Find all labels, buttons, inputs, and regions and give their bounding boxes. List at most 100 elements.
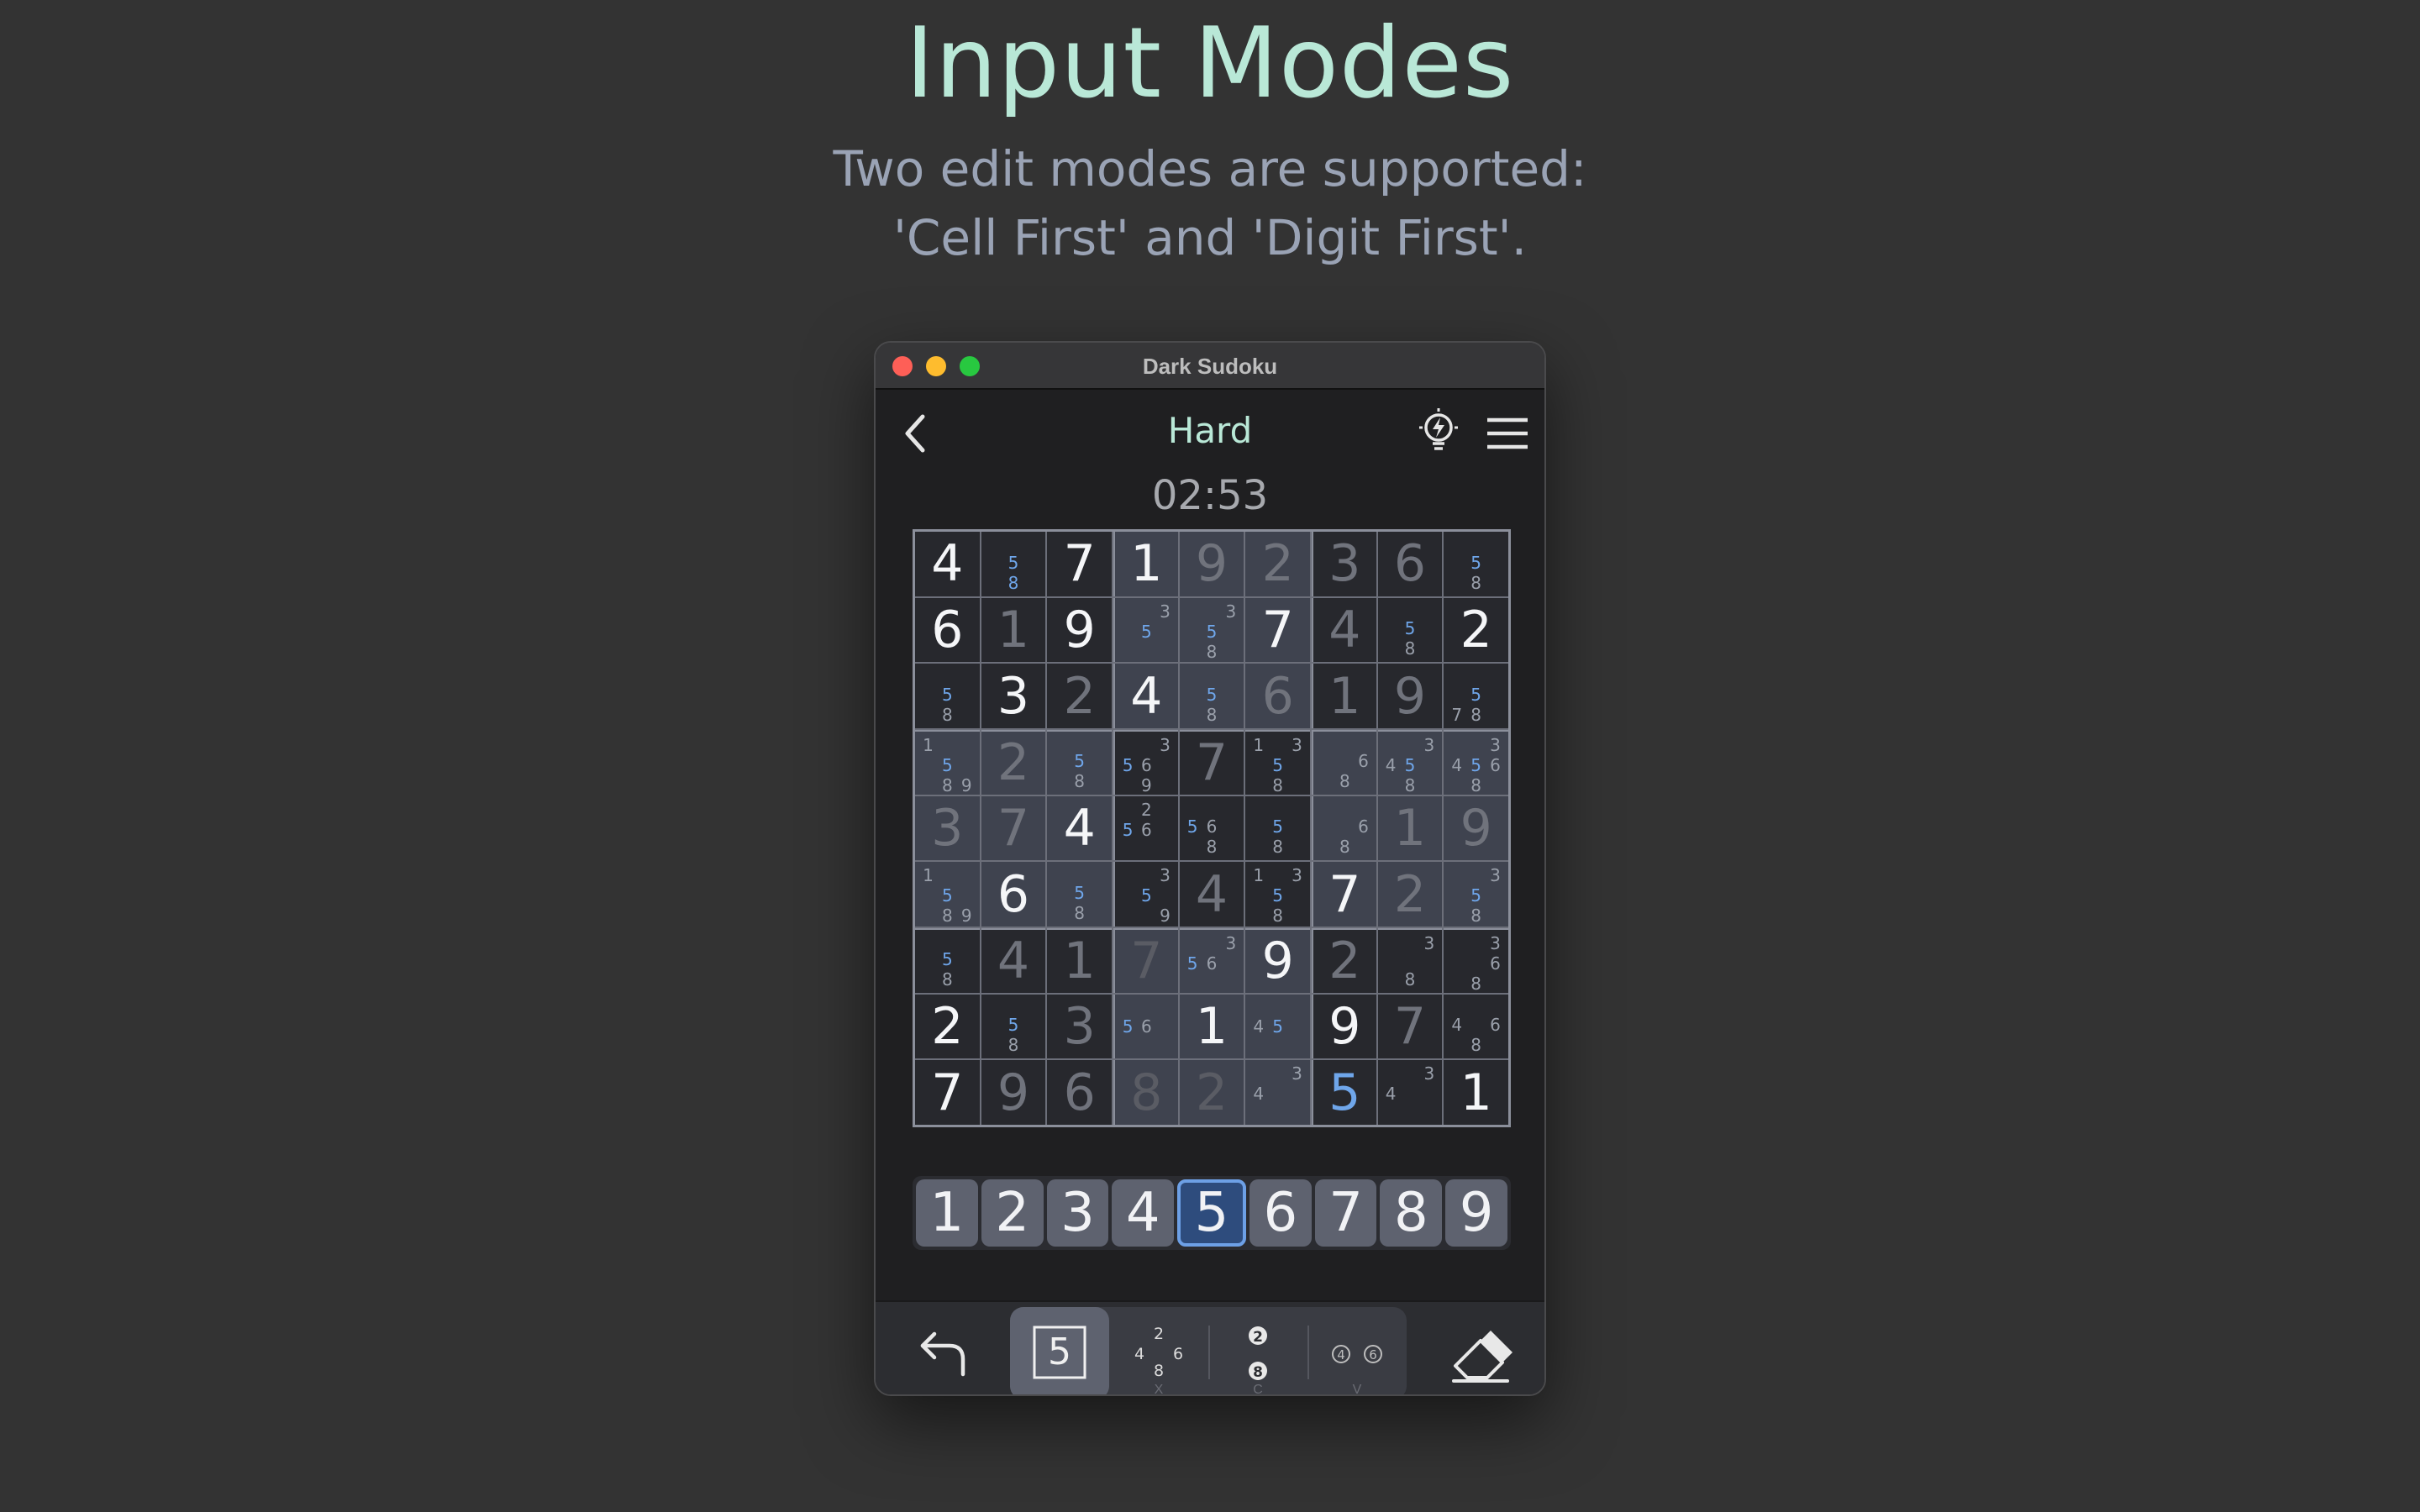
digit-button-5[interactable]: 5	[1177, 1179, 1246, 1247]
board-cell[interactable]: 8	[1113, 1060, 1178, 1125]
board-cell[interactable]: 3 4568	[1444, 729, 1508, 795]
undo-button[interactable]	[913, 1320, 976, 1384]
board-cell[interactable]: 6	[915, 597, 980, 663]
board-cell[interactable]: 1	[981, 597, 1046, 663]
board-cell[interactable]: 45	[1245, 994, 1310, 1059]
board-cell[interactable]: 3	[1311, 532, 1376, 596]
board-cell[interactable]: 4	[981, 927, 1046, 993]
digit-button-6[interactable]: 6	[1249, 1179, 1312, 1247]
board-cell[interactable]: 1 358	[1245, 862, 1310, 927]
board-cell[interactable]: 7	[981, 795, 1046, 861]
board-cell[interactable]: 58	[981, 994, 1046, 1059]
board-cell[interactable]: 3	[981, 664, 1046, 728]
board-cell[interactable]: 256	[1113, 795, 1178, 861]
board-cell[interactable]: 7	[1377, 994, 1443, 1059]
board-cell[interactable]: 9	[1377, 664, 1443, 728]
board-cell[interactable]: 2	[1311, 927, 1376, 993]
board-cell[interactable]: 35	[1113, 597, 1178, 663]
board-cell[interactable]: 2	[1245, 532, 1310, 596]
digit-button-8[interactable]: 8	[1380, 1179, 1443, 1247]
board-cell[interactable]: 58	[1444, 532, 1508, 596]
board-cell[interactable]: 9	[1179, 532, 1244, 596]
board-cell[interactable]: 9	[1245, 927, 1310, 993]
board-cell[interactable]: 6	[1047, 1060, 1112, 1125]
digit-button-2[interactable]: 2	[981, 1179, 1044, 1247]
digit-button-4[interactable]: 4	[1112, 1179, 1175, 1247]
board-cell[interactable]: 3 458	[1377, 729, 1443, 795]
board-cell[interactable]: 6	[981, 862, 1046, 927]
hint-button[interactable]	[1413, 407, 1464, 457]
board-cell[interactable]: 7	[915, 1060, 980, 1125]
board-cell[interactable]: 7	[1179, 729, 1244, 795]
board-cell[interactable]: 4	[915, 532, 980, 596]
board-cell[interactable]: 7	[1047, 532, 1112, 596]
board-cell[interactable]: 2	[981, 729, 1046, 795]
board-cell[interactable]: 58	[915, 664, 980, 728]
board-cell[interactable]: 58	[915, 927, 980, 993]
board-cell[interactable]: 7	[1245, 597, 1310, 663]
board-cell[interactable]: 7	[1113, 927, 1178, 993]
board-cell[interactable]: 3 56	[1179, 927, 1244, 993]
board-cell[interactable]: 3	[915, 795, 980, 861]
board-cell[interactable]: 1	[1047, 927, 1112, 993]
digit-button-9[interactable]: 9	[1445, 1179, 1508, 1247]
digit-button-1[interactable]: 1	[916, 1179, 978, 1247]
board-cell[interactable]: 1589	[915, 729, 980, 795]
board-cell[interactable]: 38	[1377, 927, 1443, 993]
digit-button-3[interactable]: 3	[1046, 1179, 1109, 1247]
board-cell[interactable]: 2	[1444, 597, 1508, 663]
cell-notes: 58	[918, 667, 976, 725]
mode-color-notes[interactable]: 4 6 V	[1307, 1307, 1407, 1394]
mode-center-notes[interactable]: 2 8 C	[1208, 1307, 1307, 1394]
mode-corner-notes[interactable]: 2 4 6 8 X	[1109, 1307, 1208, 1394]
board-cell[interactable]: 2	[915, 994, 980, 1059]
board-cell[interactable]: 359	[1113, 862, 1178, 927]
board-cell[interactable]: 358	[1179, 597, 1244, 663]
board-cell[interactable]: 2	[1179, 1060, 1244, 1125]
board-cell[interactable]: 568	[1179, 795, 1244, 861]
board-cell[interactable]: 4	[1179, 862, 1244, 927]
board-cell[interactable]: 9	[1047, 597, 1112, 663]
board-cell[interactable]: 4	[1113, 664, 1178, 728]
board-cell[interactable]: 578	[1444, 664, 1508, 728]
board-cell[interactable]: 34	[1377, 1060, 1443, 1125]
board-cell[interactable]: 58	[1047, 862, 1112, 927]
board-cell[interactable]: 4	[1311, 597, 1376, 663]
board-cell[interactable]: 56	[1113, 994, 1178, 1059]
board-cell[interactable]: 368	[1444, 927, 1508, 994]
cell-value: 7	[1063, 534, 1096, 594]
board-cell[interactable]: 358	[1444, 862, 1508, 927]
board-cell[interactable]: 2	[1047, 664, 1112, 728]
board-cell[interactable]: 6	[1245, 664, 1310, 728]
board-cell[interactable]: 68	[1311, 795, 1376, 861]
board-cell[interactable]: 58	[1245, 795, 1310, 861]
board-cell[interactable]: 4 68	[1444, 994, 1508, 1059]
menu-button[interactable]	[1482, 408, 1533, 459]
board-cell[interactable]: 58	[1179, 664, 1244, 728]
board-cell[interactable]: 9	[981, 1060, 1046, 1125]
digit-button-7[interactable]: 7	[1314, 1179, 1377, 1247]
board-cell[interactable]: 58	[1047, 729, 1112, 795]
board-cell[interactable]: 34	[1245, 1060, 1310, 1125]
board-cell[interactable]: 4	[1047, 795, 1112, 861]
board-cell[interactable]: 58	[1377, 597, 1443, 663]
board-cell[interactable]: 1	[1113, 532, 1178, 596]
board-cell[interactable]: 5	[1311, 1060, 1376, 1125]
board-cell[interactable]: 58	[981, 532, 1046, 596]
board-cell[interactable]: 3 569	[1113, 729, 1178, 795]
board-cell[interactable]: 9	[1311, 994, 1376, 1059]
board-cell[interactable]: 3	[1047, 994, 1112, 1059]
board-cell[interactable]: 6	[1377, 532, 1443, 596]
board-cell[interactable]: 68	[1311, 729, 1376, 795]
board-cell[interactable]: 7	[1311, 862, 1376, 927]
board-cell[interactable]: 1	[1311, 664, 1376, 728]
eraser-button[interactable]	[1447, 1324, 1514, 1388]
board-cell[interactable]: 1	[1444, 1060, 1508, 1125]
board-cell[interactable]: 1 358	[1245, 729, 1310, 795]
board-cell[interactable]: 1	[1377, 795, 1443, 861]
board-cell[interactable]: 2	[1377, 862, 1443, 927]
mode-cell-first[interactable]: 5	[1010, 1307, 1109, 1394]
board-cell[interactable]: 1	[1179, 994, 1244, 1059]
board-cell[interactable]: 1589	[915, 862, 980, 927]
board-cell[interactable]: 9	[1444, 795, 1508, 861]
